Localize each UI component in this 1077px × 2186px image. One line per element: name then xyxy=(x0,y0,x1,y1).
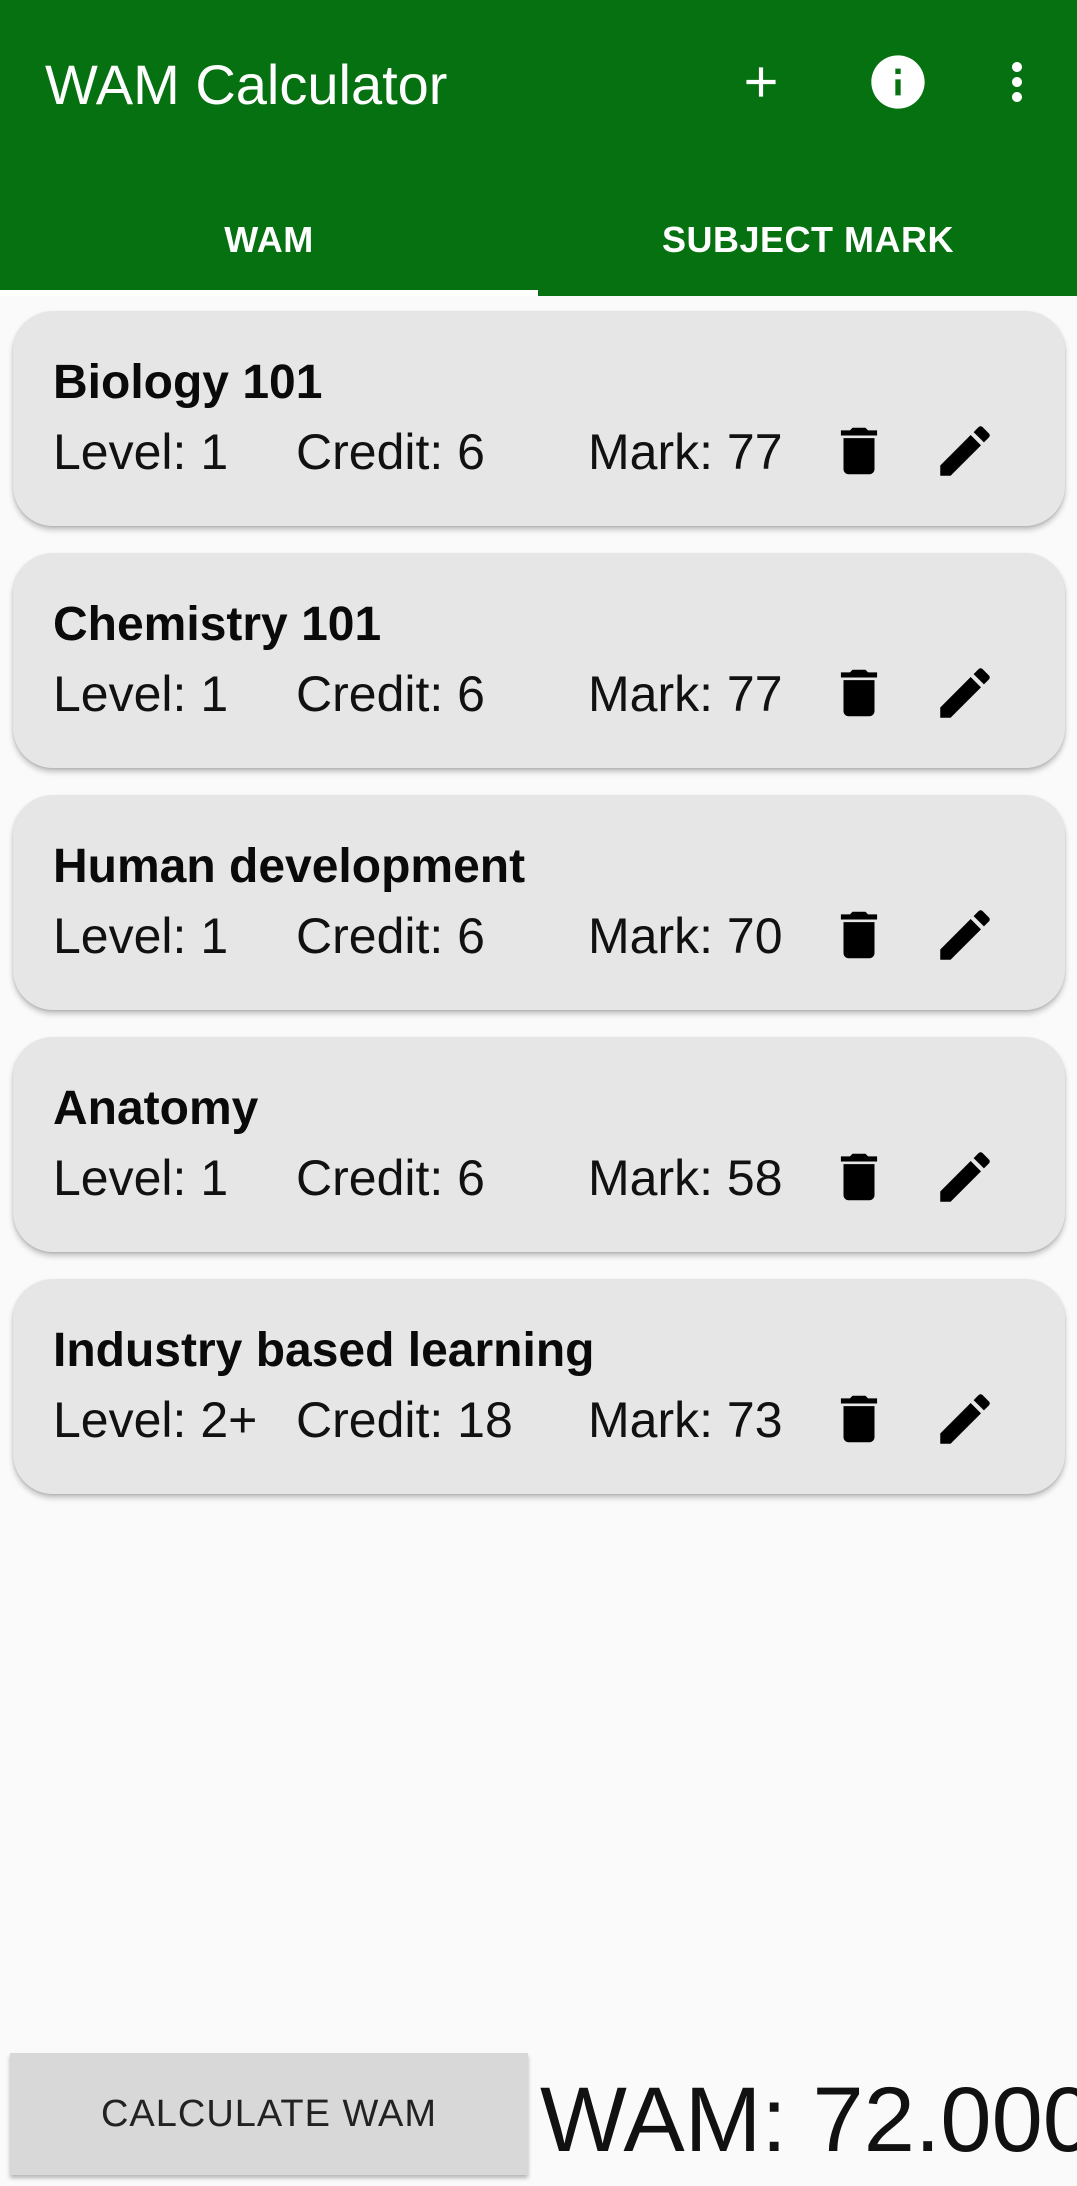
edit-icon xyxy=(940,1152,990,1202)
add-subject-button[interactable] xyxy=(716,42,806,122)
edit-icon xyxy=(940,668,990,718)
wam-result: WAM: 72.000 xyxy=(540,2069,1077,2171)
delete-icon xyxy=(840,1153,878,1201)
edit-icon xyxy=(940,1394,990,1444)
edit-button[interactable] xyxy=(925,895,1005,975)
edit-button[interactable] xyxy=(925,653,1005,733)
subject-name: Human development xyxy=(53,840,526,893)
subject-credit: Credit: 6 xyxy=(296,424,485,480)
subject-card[interactable]: Human development Level: 1 Credit: 6 Mar… xyxy=(13,795,1065,1010)
subject-card[interactable]: Chemistry 101 Level: 1 Credit: 6 Mark: 7… xyxy=(13,553,1065,768)
tab-subject-mark[interactable]: SUBJECT MARK xyxy=(539,190,1077,290)
edit-icon xyxy=(940,426,990,476)
tab-indicator xyxy=(0,290,538,296)
edit-icon xyxy=(940,910,990,960)
subject-level: Level: 2+ xyxy=(53,1392,258,1448)
tab-wam[interactable]: WAM xyxy=(0,190,538,290)
subject-name: Industry based learning xyxy=(53,1324,595,1377)
subject-mark: Mark: 73 xyxy=(588,1392,783,1448)
delete-icon xyxy=(840,427,878,475)
app-title: WAM Calculator xyxy=(45,53,448,116)
subject-card[interactable]: Anatomy Level: 1 Credit: 6 Mark: 58 xyxy=(13,1037,1065,1252)
subject-credit: Credit: 18 xyxy=(296,1392,513,1448)
delete-button[interactable] xyxy=(819,895,899,975)
subject-name: Chemistry 101 xyxy=(53,598,382,651)
subject-name: Biology 101 xyxy=(53,356,323,409)
subject-credit: Credit: 6 xyxy=(296,908,485,964)
plus-icon xyxy=(746,67,776,97)
subject-level: Level: 1 xyxy=(53,666,229,722)
subject-mark: Mark: 70 xyxy=(588,908,783,964)
subject-card[interactable]: Biology 101 Level: 1 Credit: 6 Mark: 77 xyxy=(13,311,1065,526)
edit-button[interactable] xyxy=(925,1137,1005,1217)
subject-name: Anatomy xyxy=(53,1082,259,1135)
overflow-menu-button[interactable] xyxy=(972,42,1062,122)
edit-button[interactable] xyxy=(925,411,1005,491)
subject-mark: Mark: 77 xyxy=(588,666,783,722)
subject-credit: Credit: 6 xyxy=(296,1150,485,1206)
app-bar: WAM Calculator WAM SUBJECT MARK xyxy=(0,0,1077,296)
more-vert-icon xyxy=(1012,62,1022,102)
edit-button[interactable] xyxy=(925,1379,1005,1459)
delete-icon xyxy=(840,911,878,959)
subject-credit: Credit: 6 xyxy=(296,666,485,722)
subject-mark: Mark: 58 xyxy=(588,1150,783,1206)
delete-icon xyxy=(840,1395,878,1443)
calculate-wam-button[interactable]: CALCULATE WAM xyxy=(10,2053,528,2175)
subject-level: Level: 1 xyxy=(53,424,229,480)
subject-mark: Mark: 77 xyxy=(588,424,783,480)
delete-button[interactable] xyxy=(819,653,899,733)
tab-wam-label: WAM xyxy=(224,219,314,260)
subject-level: Level: 1 xyxy=(53,908,229,964)
info-icon xyxy=(871,55,925,109)
info-button[interactable] xyxy=(853,42,943,122)
delete-button[interactable] xyxy=(819,1379,899,1459)
delete-button[interactable] xyxy=(819,411,899,491)
tab-subject-mark-label: SUBJECT MARK xyxy=(661,219,954,260)
delete-icon xyxy=(840,669,878,717)
delete-button[interactable] xyxy=(819,1137,899,1217)
subject-card[interactable]: Industry based learning Level: 2+ Credit… xyxy=(13,1279,1065,1494)
subject-level: Level: 1 xyxy=(53,1150,229,1206)
